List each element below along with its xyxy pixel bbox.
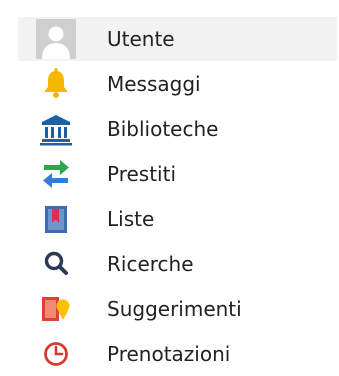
- menu-item-prenotazioni[interactable]: Prenotazioni: [0, 332, 339, 376]
- menu-item-liste[interactable]: Liste: [0, 197, 339, 241]
- menu-item-label: Ricerche: [107, 252, 194, 276]
- menu-item-biblioteche[interactable]: Biblioteche: [0, 107, 339, 151]
- menu-item-label: Prenotazioni: [107, 342, 231, 366]
- menu-item-label: Biblioteche: [107, 117, 219, 141]
- menu-item-label: Utente: [107, 27, 175, 51]
- menu-item-label: Liste: [107, 207, 155, 231]
- menu-item-ricerche[interactable]: Ricerche: [0, 242, 339, 286]
- library-building-icon: [36, 109, 76, 149]
- suggestion-icon: [36, 289, 76, 329]
- menu-item-utente[interactable]: Utente: [18, 17, 337, 61]
- swap-arrows-icon: [36, 154, 76, 194]
- menu-item-label: Suggerimenti: [107, 297, 242, 321]
- search-icon: [36, 244, 76, 284]
- menu-item-messaggi[interactable]: Messaggi: [0, 62, 339, 106]
- side-menu: Utente Messaggi Biblioteche Prestiti Lis…: [0, 0, 339, 376]
- clock-icon: [36, 334, 76, 374]
- menu-item-label: Prestiti: [107, 162, 177, 186]
- menu-item-prestiti[interactable]: Prestiti: [0, 152, 339, 196]
- menu-item-suggerimenti[interactable]: Suggerimenti: [0, 287, 339, 331]
- user-avatar-icon: [36, 19, 76, 59]
- bookmark-list-icon: [36, 199, 76, 239]
- menu-item-label: Messaggi: [107, 72, 201, 96]
- bell-icon: [36, 64, 76, 104]
